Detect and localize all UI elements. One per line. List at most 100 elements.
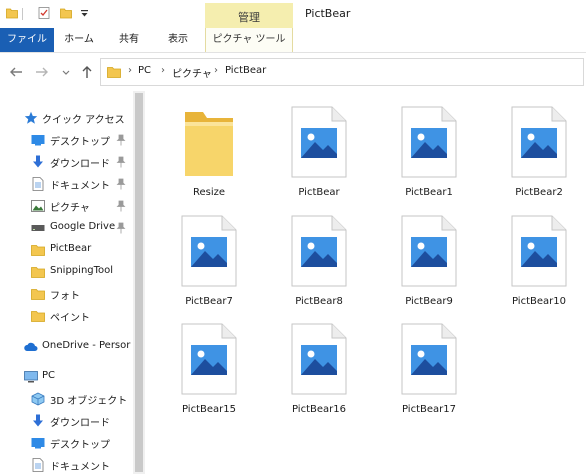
download-arrow-icon bbox=[33, 414, 43, 427]
image-file-tile[interactable]: PictBear10 bbox=[485, 215, 585, 320]
folder-icon[interactable] bbox=[6, 7, 18, 19]
pin-icon[interactable] bbox=[116, 156, 126, 168]
image-file-tile[interactable]: PictBear2 bbox=[485, 106, 585, 211]
image-file-icon bbox=[401, 106, 457, 178]
document-icon bbox=[32, 177, 44, 191]
download-arrow-icon bbox=[33, 155, 43, 168]
sidebar-item-label: SnippingTool bbox=[50, 265, 114, 276]
sidebar-item-desktop[interactable]: デスクトップ bbox=[0, 129, 133, 151]
file-name: PictBear10 bbox=[512, 296, 566, 307]
file-name: PictBear2 bbox=[515, 187, 563, 198]
image-file-icon bbox=[511, 106, 567, 178]
3d-objects-icon bbox=[31, 392, 45, 406]
chevron-right-icon[interactable]: › bbox=[128, 65, 132, 76]
desktop-icon bbox=[31, 135, 45, 146]
breadcrumb-pc[interactable]: PC bbox=[138, 65, 151, 76]
pin-icon[interactable] bbox=[116, 222, 126, 234]
desktop-icon bbox=[31, 438, 45, 449]
folder-icon bbox=[31, 311, 45, 322]
sidebar-item-pc[interactable]: PC bbox=[0, 366, 133, 388]
pin-icon[interactable] bbox=[116, 200, 126, 212]
manage-label: 管理 bbox=[238, 11, 260, 24]
star-icon bbox=[24, 111, 38, 124]
folder-icon bbox=[31, 289, 45, 300]
pc-icon bbox=[24, 371, 38, 383]
ribbon-tabs: ファイル ホーム 共有 表示 ピクチャ ツール bbox=[0, 28, 586, 53]
sidebar-item-label: クイック アクセス bbox=[42, 115, 125, 126]
sidebar-scroll-thumb[interactable] bbox=[135, 93, 143, 472]
file-name: PictBear16 bbox=[292, 404, 346, 415]
image-file-tile[interactable]: PictBear7 bbox=[155, 215, 255, 320]
image-file-icon bbox=[181, 323, 237, 395]
image-file-tile[interactable]: PictBear bbox=[265, 106, 365, 211]
folder-icon bbox=[185, 112, 233, 176]
sidebar-item-documents-pc[interactable]: ドキュメント bbox=[0, 454, 133, 476]
image-file-tile[interactable]: PictBear15 bbox=[155, 323, 255, 428]
sidebar-item-documents[interactable]: ドキュメント bbox=[0, 173, 133, 195]
sidebar-item-google-drive[interactable]: Google Drive bbox=[0, 217, 133, 239]
sidebar-item-desktop-pc[interactable]: デスクトップ bbox=[0, 432, 133, 454]
file-list: Resize PictBear PictBear1 PictBear2 Pict… bbox=[145, 91, 586, 474]
new-folder-icon[interactable] bbox=[60, 7, 72, 19]
sidebar-item-label: ペイント bbox=[50, 313, 90, 324]
folder-tile[interactable]: Resize bbox=[155, 106, 255, 211]
chevron-down-icon[interactable] bbox=[60, 64, 72, 80]
sidebar-item-snippingtool[interactable]: SnippingTool bbox=[0, 261, 133, 283]
file-name: PictBear15 bbox=[182, 404, 236, 415]
image-file-tile[interactable]: PictBear8 bbox=[265, 215, 365, 320]
navigation-pane: クイック アクセス デスクトップ ダウンロード ドキュメント ピクチャ Goog… bbox=[0, 91, 145, 474]
contextual-tab-group: 管理 bbox=[205, 3, 293, 31]
sidebar-item-label: Google Drive bbox=[50, 221, 116, 232]
breadcrumb-pictures[interactable]: ピクチャ bbox=[172, 65, 212, 80]
up-arrow-icon[interactable] bbox=[79, 64, 95, 80]
file-name: PictBear bbox=[298, 187, 340, 198]
sidebar-item-paint[interactable]: ペイント bbox=[0, 305, 133, 327]
onedrive-cloud-icon bbox=[24, 342, 38, 351]
image-file-icon bbox=[511, 215, 567, 287]
folder-icon bbox=[107, 67, 121, 78]
tab-share[interactable]: 共有 bbox=[108, 28, 150, 52]
pin-icon[interactable] bbox=[116, 178, 126, 190]
chevron-right-icon[interactable]: › bbox=[161, 65, 165, 76]
forward-arrow-icon[interactable] bbox=[34, 64, 50, 80]
sidebar-item-label: ダウンロード bbox=[50, 418, 110, 429]
image-file-icon bbox=[291, 106, 347, 178]
tab-view[interactable]: 表示 bbox=[157, 28, 199, 52]
document-icon bbox=[32, 458, 44, 472]
folder-icon bbox=[31, 245, 45, 256]
sidebar-item-label: ドキュメント bbox=[50, 181, 110, 192]
file-name: Resize bbox=[192, 187, 226, 198]
image-file-tile[interactable]: PictBear16 bbox=[265, 323, 365, 428]
back-arrow-icon[interactable] bbox=[8, 64, 24, 80]
sidebar-item-pictbear[interactable]: PictBear bbox=[0, 239, 133, 261]
file-name: PictBear1 bbox=[405, 187, 453, 198]
pictures-icon bbox=[31, 200, 45, 212]
sidebar-item-onedrive[interactable]: OneDrive - Persor bbox=[0, 336, 133, 358]
breadcrumb-pictbear[interactable]: PictBear bbox=[225, 65, 266, 76]
properties-icon[interactable] bbox=[38, 7, 50, 19]
navigation-bar: › PC › ピクチャ › PictBear bbox=[0, 53, 586, 91]
image-file-tile[interactable]: PictBear9 bbox=[375, 215, 475, 320]
title-bar: 管理 PictBear bbox=[0, 0, 586, 31]
tab-picture-tools[interactable]: ピクチャ ツール bbox=[205, 28, 293, 52]
tab-file[interactable]: ファイル bbox=[0, 28, 54, 52]
image-file-tile[interactable]: PictBear1 bbox=[375, 106, 475, 211]
sidebar-item-label: PictBear bbox=[50, 243, 92, 254]
sidebar-item-pictures[interactable]: ピクチャ bbox=[0, 195, 133, 217]
sidebar-item-label: ドキュメント bbox=[50, 462, 110, 473]
file-name: PictBear17 bbox=[402, 404, 456, 415]
sidebar-item-label: デスクトップ bbox=[50, 440, 110, 451]
address-bar[interactable]: › PC › ピクチャ › PictBear bbox=[100, 58, 584, 86]
sidebar-item-label: ダウンロード bbox=[50, 159, 110, 170]
customize-dropdown-icon[interactable] bbox=[80, 9, 89, 18]
sidebar-item-downloads[interactable]: ダウンロード bbox=[0, 151, 133, 173]
pin-icon[interactable] bbox=[116, 134, 126, 146]
sidebar-item-quick-access[interactable]: クイック アクセス bbox=[0, 107, 133, 129]
sidebar-item-3d-objects[interactable]: 3D オブジェクト bbox=[0, 388, 133, 410]
sidebar-item-photos[interactable]: フォト bbox=[0, 283, 133, 305]
image-file-tile[interactable]: PictBear17 bbox=[375, 323, 475, 428]
image-file-icon bbox=[291, 215, 347, 287]
tab-home[interactable]: ホーム bbox=[58, 28, 100, 52]
chevron-right-icon[interactable]: › bbox=[214, 65, 218, 76]
sidebar-item-downloads-pc[interactable]: ダウンロード bbox=[0, 410, 133, 432]
